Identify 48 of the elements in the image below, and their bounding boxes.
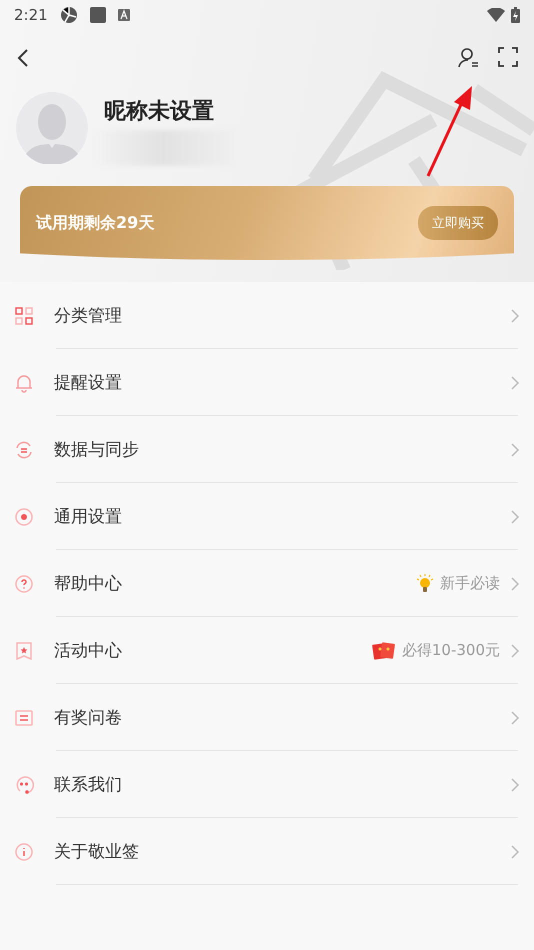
menu-label: 有奖问卷 xyxy=(54,707,122,729)
keyboard-icon xyxy=(118,9,130,21)
chevron-right-icon xyxy=(510,710,520,726)
form-icon xyxy=(14,708,34,728)
bookmark-star-icon xyxy=(14,640,34,660)
menu-item[interactable]: 提醒设置 xyxy=(14,349,520,416)
chevron-right-icon xyxy=(510,374,520,390)
chevron-right-icon xyxy=(510,776,520,792)
sync-icon xyxy=(14,440,34,460)
help-icon xyxy=(14,574,34,594)
chevron-right-icon xyxy=(510,642,520,658)
menu-item[interactable]: 联系我们 xyxy=(14,751,520,818)
menu-hint: 新手必读 xyxy=(440,574,500,593)
chevron-right-icon xyxy=(510,576,520,592)
nickname: 昵称未设置 xyxy=(104,98,215,126)
menu-hint: 必得10-300元 xyxy=(402,641,500,660)
menu-item[interactable]: 数据与同步 xyxy=(14,416,520,483)
battery-icon xyxy=(511,7,520,23)
radio-dot-icon xyxy=(14,506,34,526)
menu-item[interactable]: 帮助中心 新手必读 xyxy=(14,550,520,617)
square-icon xyxy=(90,7,106,23)
menu-item[interactable]: 通用设置 xyxy=(14,483,520,550)
menu-label: 联系我们 xyxy=(54,774,122,796)
menu-item[interactable]: 有奖问卷 xyxy=(14,684,520,751)
wifi-icon xyxy=(487,8,505,22)
menu-label: 通用设置 xyxy=(54,506,122,528)
lightbulb-icon xyxy=(416,574,434,594)
grid-icon xyxy=(14,306,34,326)
chevron-right-icon xyxy=(510,308,520,324)
menu-item[interactable]: 分类管理 xyxy=(14,282,520,349)
chevron-right-icon xyxy=(510,844,520,860)
menu-label: 分类管理 xyxy=(54,305,122,327)
menu-item[interactable]: 活动中心 必得10-300元 xyxy=(14,617,520,684)
trial-text: 试用期剩余29天 xyxy=(36,212,154,234)
menu-label: 关于敬业签 xyxy=(54,841,139,863)
menu-label: 提醒设置 xyxy=(54,372,122,394)
chevron-right-icon xyxy=(510,508,520,524)
menu-label: 帮助中心 xyxy=(54,573,122,595)
bell-icon xyxy=(14,372,34,392)
aperture-icon xyxy=(60,6,78,24)
menu-label: 活动中心 xyxy=(54,640,122,662)
chevron-right-icon xyxy=(510,442,520,458)
info-icon xyxy=(14,842,34,862)
status-time: 2:21 xyxy=(14,6,48,24)
menu-label: 数据与同步 xyxy=(54,439,139,461)
chat-icon xyxy=(14,774,34,794)
envelope-icon xyxy=(372,640,396,660)
menu-item[interactable]: 关于敬业签 xyxy=(14,818,520,885)
